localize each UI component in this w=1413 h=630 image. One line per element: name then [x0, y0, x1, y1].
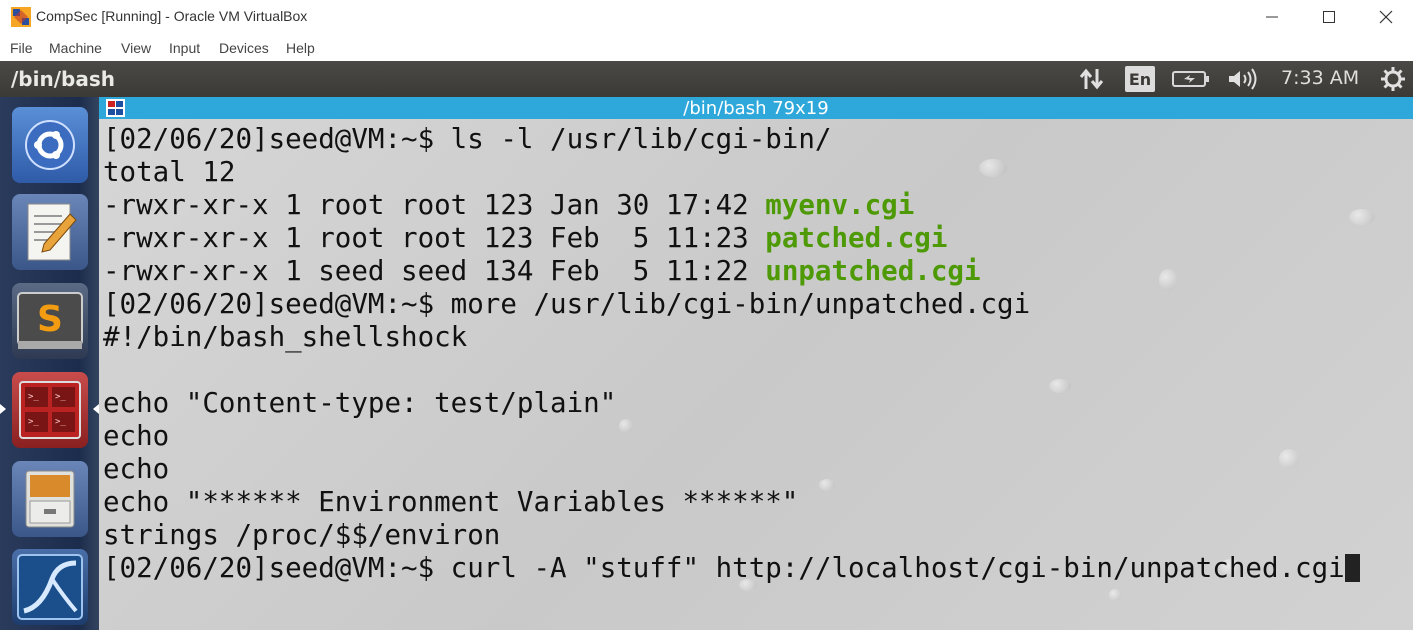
terminal-line-text: echo — [103, 420, 170, 452]
battery-icon — [1172, 71, 1209, 87]
close-icon — [1379, 10, 1393, 24]
executable-filename: unpatched.cgi — [765, 255, 981, 287]
terminal-button[interactable]: >_ >_ >_ >_ — [12, 372, 88, 448]
terminal-line: -rwxr-xr-x 1 root root 123 Feb 5 11:23 p… — [103, 222, 1360, 255]
terminal-line-text: #!/bin/bash_shellshock — [103, 321, 468, 353]
menubar: File Machine View Input Devices Help — [0, 36, 1413, 61]
terminal-line: strings /proc/$$/environ — [103, 519, 1360, 552]
terminal-line: echo — [103, 420, 1360, 453]
svg-text:>_: >_ — [55, 392, 66, 402]
text-editor-icon — [27, 203, 77, 261]
terminal-line-text: echo "Content-type: test/plain" — [103, 387, 617, 419]
menu-help[interactable]: Help — [286, 40, 315, 56]
terminal-line: [02/06/20]seed@VM:~$ ls -l /usr/lib/cgi-… — [103, 123, 1360, 156]
menu-input[interactable]: Input — [169, 40, 200, 56]
terminal-line-text: echo — [103, 453, 170, 485]
maximize-icon — [1323, 11, 1335, 23]
menu-view[interactable]: View — [121, 40, 151, 56]
text-cursor — [1344, 554, 1360, 582]
virtualbox-icon — [11, 7, 31, 27]
terminal-line: [02/06/20]seed@VM:~$ curl -A "stuff" htt… — [103, 552, 1360, 585]
svg-text:>_: >_ — [55, 417, 66, 427]
menu-file[interactable]: File — [10, 40, 33, 56]
terminal-line-text: [02/06/20]seed@VM:~$ curl -A "stuff" htt… — [103, 552, 1345, 584]
ubuntu-dash-button[interactable] — [12, 107, 88, 183]
terminal-line-text: total 12 — [103, 156, 236, 188]
terminal-body[interactable]: [02/06/20]seed@VM:~$ ls -l /usr/lib/cgi-… — [99, 119, 1413, 630]
text-editor-button[interactable] — [12, 194, 88, 270]
terminal-line-text: -rwxr-xr-x 1 root root 123 Jan 30 17:42 — [103, 189, 766, 221]
terminal-title-bar: /bin/bash 79x19 — [99, 97, 1413, 119]
battery-indicator[interactable] — [1170, 61, 1212, 97]
terminal-title: /bin/bash 79x19 — [683, 98, 829, 119]
executable-filename: patched.cgi — [765, 222, 948, 254]
svg-text:S: S — [37, 299, 63, 340]
terminal-line-text: echo "****** Environment Variables *****… — [103, 486, 799, 518]
svg-text:>_: >_ — [28, 392, 39, 402]
wireshark-icon — [17, 554, 83, 620]
terminal-line: total 12 — [103, 156, 1360, 189]
system-menu[interactable] — [1378, 61, 1408, 97]
minimize-icon — [1266, 16, 1278, 18]
host-title-bar: CompSec [Running] - Oracle VM VirtualBox — [0, 0, 1413, 34]
maximize-button[interactable] — [1300, 0, 1358, 34]
terminal-line-text: [02/06/20]seed@VM:~$ ls -l /usr/lib/cgi-… — [103, 123, 832, 155]
ubuntu-dash-icon — [25, 120, 75, 170]
file-manager-icon — [25, 470, 75, 528]
terminal-line: -rwxr-xr-x 1 root root 123 Jan 30 17:42 … — [103, 189, 1360, 222]
top-panel: /bin/bash En 7:33 AM — [0, 61, 1413, 97]
clock[interactable]: 7:33 AM — [1281, 67, 1359, 89]
terminal-line-text: -rwxr-xr-x 1 seed seed 134 Feb 5 11:22 — [103, 255, 766, 287]
sublime-text-button[interactable]: S — [12, 283, 88, 359]
volume-indicator[interactable] — [1226, 61, 1260, 97]
terminal-output: [02/06/20]seed@VM:~$ ls -l /usr/lib/cgi-… — [103, 123, 1360, 585]
terminal-line: echo "****** Environment Variables *****… — [103, 486, 1360, 519]
settings-gear-icon — [1381, 67, 1405, 91]
terminal-line: -rwxr-xr-x 1 seed seed 134 Feb 5 11:22 u… — [103, 255, 1360, 288]
svg-text:>_: >_ — [28, 417, 39, 427]
network-arrows-icon — [1079, 68, 1104, 90]
executable-filename: myenv.cgi — [765, 189, 915, 221]
volume-icon — [1229, 68, 1257, 90]
language-label: En — [1125, 66, 1155, 92]
terminal-line: echo — [103, 453, 1360, 486]
menu-machine[interactable]: Machine — [49, 40, 102, 56]
terminal-line: [02/06/20]seed@VM:~$ more /usr/lib/cgi-b… — [103, 288, 1360, 321]
terminal-line-text: strings /proc/$$/environ — [103, 519, 501, 551]
panel-window-title: /bin/bash — [11, 67, 115, 91]
terminal-line-text: [02/06/20]seed@VM:~$ more /usr/lib/cgi-b… — [103, 288, 1031, 320]
terminal-line-text: -rwxr-xr-x 1 root root 123 Feb 5 11:23 — [103, 222, 766, 254]
file-manager-button[interactable] — [12, 461, 88, 537]
terminal-icon: >_ >_ >_ >_ — [19, 381, 81, 439]
minimize-button[interactable] — [1243, 0, 1301, 34]
network-indicator[interactable] — [1076, 61, 1108, 97]
terminal-line: #!/bin/bash_shellshock — [103, 321, 1360, 354]
sublime-text-icon: S — [17, 292, 83, 349]
menu-devices[interactable]: Devices — [219, 40, 269, 56]
window-title: CompSec [Running] - Oracle VM VirtualBox — [36, 8, 308, 24]
terminal-line: echo "Content-type: test/plain" — [103, 387, 1360, 420]
close-button[interactable] — [1357, 0, 1413, 34]
launcher: S >_ >_ >_ >_ — [0, 97, 100, 630]
wireshark-button[interactable] — [12, 549, 88, 625]
language-indicator[interactable]: En — [1123, 61, 1157, 97]
